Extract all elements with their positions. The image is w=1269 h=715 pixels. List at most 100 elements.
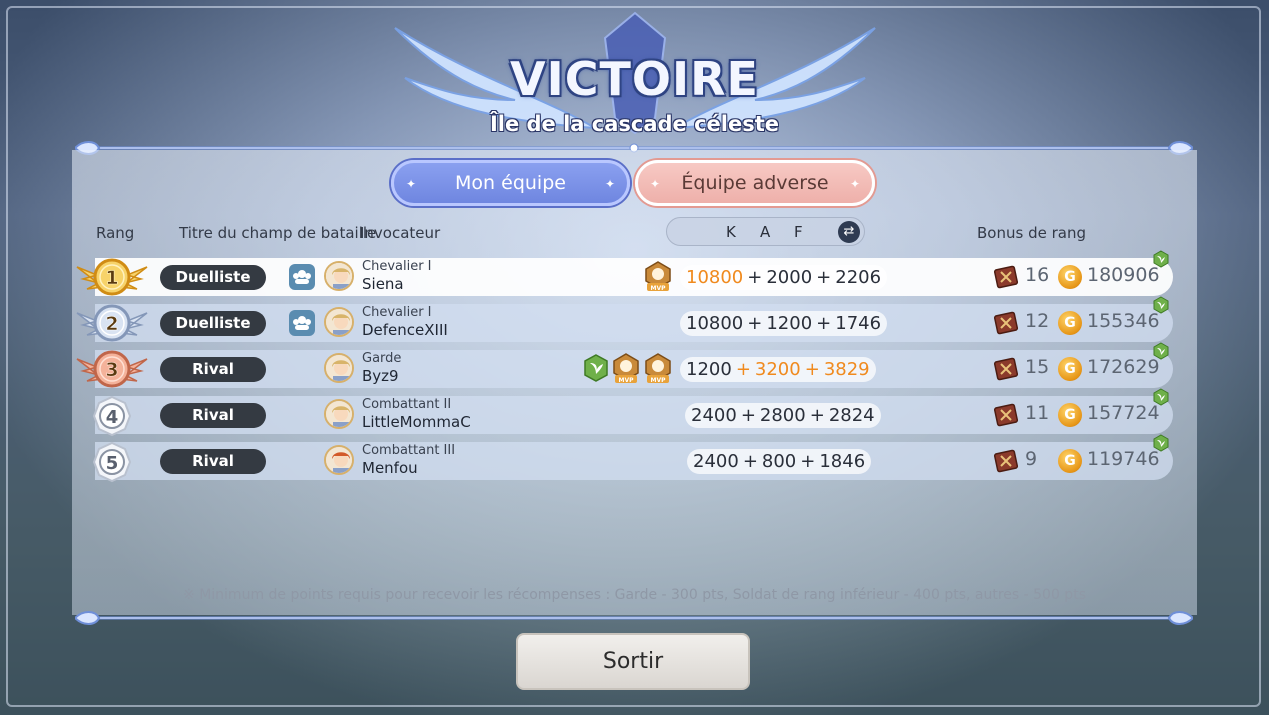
- rank-number: 5: [106, 453, 119, 474]
- fort-points: 1846: [819, 451, 866, 472]
- kaf-header: K A F ⇄: [666, 217, 865, 246]
- tab-enemy-team[interactable]: ✦ Équipe adverse ✦: [635, 160, 875, 206]
- battle-title-badge: Rival: [160, 449, 266, 474]
- plus-sign: +: [747, 313, 763, 334]
- gold-reward-amount: 180906: [1087, 264, 1160, 286]
- assist-points: 800: [761, 451, 797, 472]
- player-avatar[interactable]: [324, 399, 354, 429]
- victory-title: VICTOIRE: [510, 52, 759, 106]
- gold-reward-amount: 119746: [1087, 448, 1160, 470]
- sparkle-icon: ✦: [604, 177, 615, 191]
- battle-title-badge: Rival: [160, 357, 266, 382]
- column-header-k: K: [726, 223, 736, 241]
- gold-coin-icon: G: [1058, 357, 1082, 381]
- player-name[interactable]: Menfou: [362, 459, 418, 477]
- fort-points: 1746: [835, 313, 882, 334]
- player-rank-name: Combattant II: [362, 397, 452, 412]
- book-reward-icon: [993, 311, 1019, 335]
- battle-title-badge: Duelliste: [160, 265, 266, 290]
- player-rank-name: Chevalier I: [362, 305, 432, 320]
- book-reward-count: 16: [1025, 264, 1050, 286]
- player-name[interactable]: Byz9: [362, 367, 399, 385]
- plus-sign: +: [816, 267, 832, 288]
- plus-sign: +: [809, 405, 825, 426]
- gold-reward-amount: 172629: [1087, 356, 1160, 378]
- book-reward-icon: [993, 403, 1019, 427]
- book-reward-icon: [993, 449, 1019, 473]
- book-reward-count: 11: [1025, 402, 1050, 424]
- assist-points: 3200: [754, 359, 801, 380]
- bonus-leaf-icon: [1153, 250, 1169, 268]
- gold-coin-icon: G: [1058, 311, 1082, 335]
- exit-button[interactable]: Sortir: [516, 633, 750, 690]
- rank-number: 2: [105, 313, 118, 335]
- rank-number: 3: [105, 359, 118, 381]
- leaf-badge-icon: [584, 354, 608, 382]
- fort-points: 2824: [828, 405, 875, 426]
- kill-points: 10800: [686, 267, 744, 288]
- kaf-score: 10800 +2000 +2206: [680, 265, 888, 290]
- tab-my-team[interactable]: ✦ Mon équipe ✦: [391, 160, 630, 206]
- fort-points: 3829: [823, 359, 870, 380]
- bonus-leaf-icon: [1153, 342, 1169, 360]
- player-name[interactable]: LittleMommaC: [362, 413, 471, 431]
- reward-requirement-note: ※ Minimum de points requis pour recevoir…: [183, 587, 1086, 603]
- sparkle-icon: ✦: [406, 177, 417, 191]
- bonus-leaf-icon: [1153, 434, 1169, 452]
- gold-coin-icon: G: [1058, 265, 1082, 289]
- column-header-f: F: [794, 223, 803, 241]
- party-icon[interactable]: [289, 264, 315, 290]
- gold-reward-amount: 155346: [1087, 310, 1160, 332]
- book-reward-count: 15: [1025, 356, 1050, 378]
- table-row: 3 Rival Garde Byz9 MVP MVP 1200 +3200 +3829…: [76, 342, 1173, 388]
- kaf-score: 2400 +2800 +2824: [685, 403, 881, 428]
- table-row: 2 Duelliste Chevalier I DefenceXIII 1080…: [76, 296, 1173, 342]
- player-name[interactable]: Siena: [362, 275, 404, 293]
- player-avatar[interactable]: [324, 307, 354, 337]
- bottom-divider: [75, 611, 1193, 625]
- sparkle-icon: ✦: [650, 177, 661, 191]
- gold-coin-icon: G: [1058, 403, 1082, 427]
- mvp-fort-icon: MVP: [645, 353, 671, 384]
- column-header-a: A: [760, 223, 771, 241]
- mvp-kills-icon: MVP: [645, 261, 671, 292]
- swap-score-icon[interactable]: ⇄: [838, 221, 860, 243]
- sparkle-icon: ✦: [849, 177, 860, 191]
- plus-sign: +: [747, 267, 763, 288]
- battle-title-badge: Duelliste: [160, 311, 266, 336]
- mvp-label: MVP: [618, 377, 634, 384]
- plus-sign: +: [816, 313, 832, 334]
- party-icon[interactable]: [289, 310, 315, 336]
- player-rank-name: Combattant III: [362, 443, 456, 458]
- bonus-leaf-icon: [1153, 296, 1169, 314]
- table-row: 1 Duelliste Chevalier I Siena MVP 10800 +…: [76, 250, 1173, 296]
- player-name[interactable]: DefenceXIII: [362, 321, 448, 339]
- kill-points: 10800: [686, 313, 744, 334]
- book-reward-icon: [993, 357, 1019, 381]
- kill-points: 1200: [686, 359, 732, 380]
- assist-points: 1200: [766, 313, 813, 334]
- fort-points: 2206: [835, 267, 882, 288]
- rank-medal-icon: 2: [76, 304, 148, 342]
- tab-enemy-team-label: Équipe adverse: [681, 172, 829, 194]
- kill-points: 2400: [693, 451, 739, 472]
- book-reward-count: 9: [1025, 448, 1038, 470]
- player-avatar[interactable]: [324, 261, 354, 291]
- kaf-score: 1200 +3200 +3829: [680, 357, 876, 382]
- rank-medal-icon: 3: [76, 350, 148, 388]
- player-rank-name: Chevalier I: [362, 259, 432, 274]
- player-rank-name: Garde: [362, 351, 402, 366]
- gold-reward-amount: 157724: [1087, 402, 1160, 424]
- column-header-summoner: Invocateur: [360, 224, 441, 242]
- rank-number: 4: [106, 407, 119, 428]
- mvp-label: MVP: [650, 377, 666, 384]
- plus-sign: +: [800, 451, 816, 472]
- player-avatar[interactable]: [324, 353, 354, 383]
- column-header-rank: Rang: [96, 224, 135, 242]
- map-name: Île de la cascade céleste: [489, 112, 780, 136]
- rank-medal-icon: 1: [76, 258, 148, 296]
- player-avatar[interactable]: [324, 445, 354, 475]
- bonus-leaf-icon: [1153, 388, 1169, 406]
- plus-sign: +: [740, 405, 756, 426]
- assist-points: 2000: [766, 267, 813, 288]
